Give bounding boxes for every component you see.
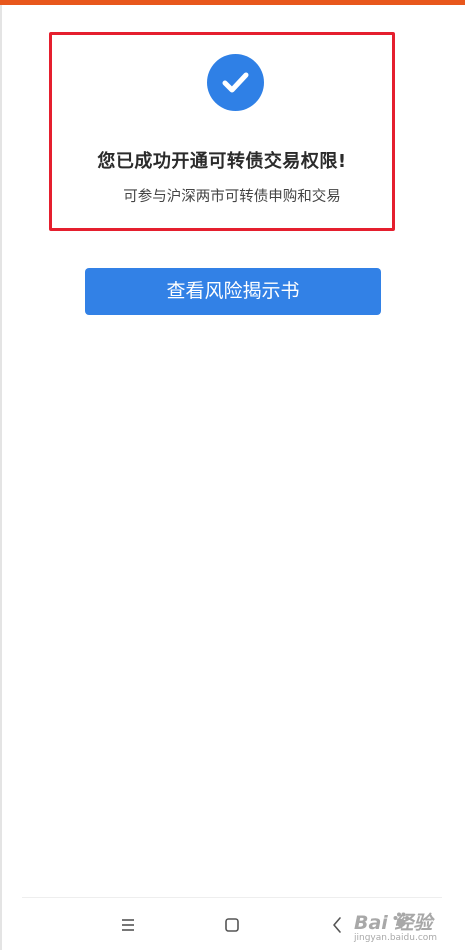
watermark-url: jingyan.baidu.com (354, 933, 438, 943)
baidu-jingyan-watermark: Bai 经验 jingyan.baidu.com (350, 908, 462, 948)
paw-icon (393, 912, 409, 927)
menu-icon (122, 919, 134, 931)
home-button[interactable] (217, 912, 247, 938)
success-title: 您已成功开通可转债交易权限! (97, 151, 347, 172)
menu-button[interactable] (113, 912, 143, 938)
back-icon (333, 917, 341, 933)
top-accent-bar (0, 0, 465, 5)
success-card: 您已成功开通可转债交易权限! 可参与沪深两市可转债申购和交易 (49, 32, 395, 231)
success-subtitle: 可参与沪深两市可转债申购和交易 (123, 189, 341, 205)
left-edge-divider (0, 5, 2, 950)
back-button[interactable] (322, 912, 352, 938)
check-circle-icon (207, 54, 264, 111)
checkmark-icon (222, 72, 249, 93)
home-icon (225, 918, 239, 932)
view-risk-disclosure-button[interactable]: 查看风险揭示书 (85, 268, 381, 315)
